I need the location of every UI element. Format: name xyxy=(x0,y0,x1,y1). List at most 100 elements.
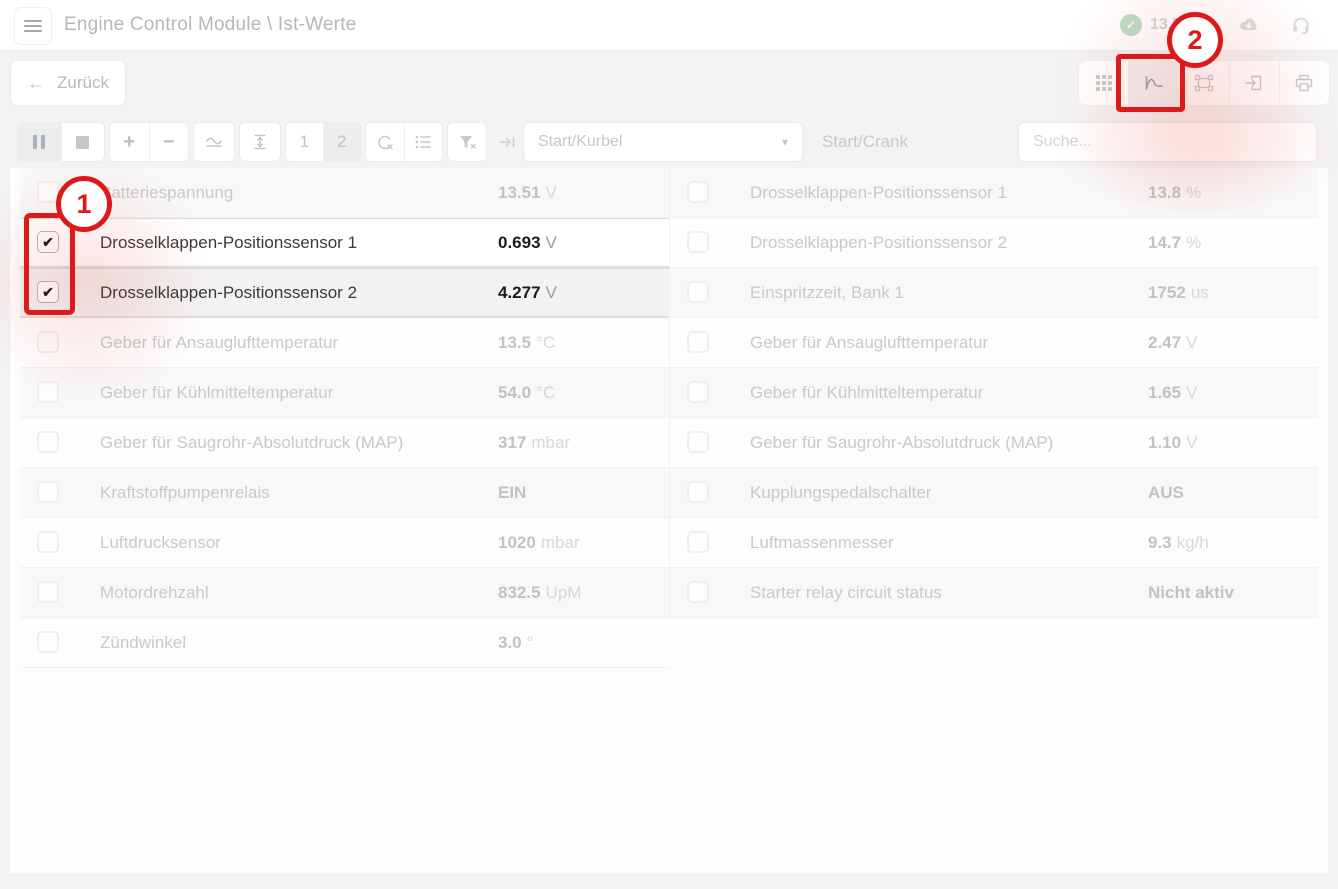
smooth-curve-button[interactable] xyxy=(194,123,234,161)
row-checkbox[interactable] xyxy=(37,331,59,353)
back-button[interactable]: ← Zurück xyxy=(10,60,126,106)
row-unit: kg/h xyxy=(1177,533,1209,552)
row-checkbox[interactable] xyxy=(687,331,709,353)
row-value-group: 317 mbar xyxy=(498,418,570,467)
row-value: 4.277 xyxy=(498,283,541,302)
row-value-group: 1.10V xyxy=(1148,418,1197,467)
printer-icon xyxy=(1294,74,1314,92)
row-label: Drosselklappen-Positionssensor 2 xyxy=(100,268,357,317)
page-1-button[interactable]: 1 xyxy=(286,123,323,161)
row-unit: us xyxy=(1191,283,1209,302)
row-value-group: 1752us xyxy=(1148,268,1209,317)
row-label: Luftmassenmesser xyxy=(750,518,894,567)
selection-view-button[interactable] xyxy=(1178,61,1228,105)
remove-button[interactable]: − xyxy=(149,123,189,161)
row-value: 317 xyxy=(498,433,526,452)
table-row: Batteriespannung 13.51V xyxy=(20,168,669,218)
row-value-group: 13.8% xyxy=(1148,168,1201,217)
graph-group-caption: Start/Crank xyxy=(822,122,908,162)
row-value: 9.3 xyxy=(1148,533,1172,552)
table-row: Geber für Kühlmitteltemperatur 1.65V xyxy=(670,368,1318,418)
selection-frame-icon xyxy=(1194,74,1214,92)
list-controls xyxy=(365,122,443,162)
row-checkbox[interactable] xyxy=(37,381,59,403)
row-checkbox[interactable] xyxy=(37,431,59,453)
filter-clear-button-wrap xyxy=(447,122,487,162)
print-button[interactable] xyxy=(1279,61,1329,105)
row-checkbox[interactable] xyxy=(37,181,59,203)
row-label: Einspritzzeit, Bank 1 xyxy=(750,268,904,317)
row-value-group: 13.5 °C xyxy=(498,318,555,367)
row-checkbox[interactable] xyxy=(687,231,709,253)
row-value: 1.65 xyxy=(1148,383,1181,402)
headset-icon[interactable] xyxy=(1291,15,1313,35)
row-checkbox[interactable] xyxy=(37,481,59,503)
filter-clear-button[interactable] xyxy=(448,123,486,161)
page-title: Engine Control Module \ Ist-Werte xyxy=(64,0,356,50)
values-table-right-column: Drosselklappen-Positionssensor 1 13.8% D… xyxy=(669,168,1318,618)
grid-view-button[interactable] xyxy=(1079,61,1128,105)
search-input[interactable] xyxy=(1018,122,1317,162)
add-button[interactable]: + xyxy=(110,123,149,161)
row-value: 13.5 xyxy=(498,333,531,352)
page-2-button[interactable]: 2 xyxy=(323,123,361,161)
list-button[interactable] xyxy=(404,123,443,161)
row-label: Drosselklappen-Positionssensor 2 xyxy=(750,218,1007,267)
row-checkbox[interactable] xyxy=(687,181,709,203)
back-arrow-icon: ← xyxy=(27,73,45,94)
graph-group-selected-value: Start/Kurbel xyxy=(538,133,622,151)
row-value: 0.693 xyxy=(498,233,541,252)
row-checkbox[interactable] xyxy=(687,381,709,403)
stop-button[interactable] xyxy=(61,123,105,161)
row-checkbox[interactable] xyxy=(687,531,709,553)
smooth-curve-button-wrap xyxy=(193,122,235,162)
row-value-group: 1020mbar xyxy=(498,518,580,567)
graph-view-button[interactable] xyxy=(1128,61,1178,105)
row-checkbox[interactable]: ✔ xyxy=(37,281,59,303)
row-value-group: EIN xyxy=(498,468,526,517)
list-icon xyxy=(414,134,432,150)
view-switcher xyxy=(1078,60,1330,106)
row-checkbox[interactable] xyxy=(687,481,709,503)
row-checkbox[interactable] xyxy=(37,631,59,653)
row-value: 13.51 xyxy=(498,183,541,202)
row-label: Kupplungspedalschalter xyxy=(750,468,931,517)
row-unit: V xyxy=(1186,383,1197,402)
row-checkbox[interactable] xyxy=(687,431,709,453)
row-label: Zündwinkel xyxy=(100,618,186,667)
refresh-cancel-icon xyxy=(376,134,394,151)
row-checkbox[interactable]: ✔ xyxy=(37,231,59,253)
row-value-group: 1.65 V xyxy=(1148,368,1197,417)
row-value-group: 3.0° xyxy=(498,618,533,667)
cloud-download-icon[interactable] xyxy=(1238,15,1260,35)
battery-voltage-indicator: 13.51 V xyxy=(1150,0,1205,50)
export-button[interactable] xyxy=(1229,61,1279,105)
row-checkbox[interactable] xyxy=(687,581,709,603)
row-value: EIN xyxy=(498,483,526,502)
table-row: ✔ Drosselklappen-Positionssensor 2 4.277… xyxy=(20,268,669,318)
fit-height-button[interactable] xyxy=(240,123,280,161)
row-unit: °C xyxy=(536,383,555,402)
chevron-down-icon: ▾ xyxy=(782,135,788,149)
row-value: Nicht aktiv xyxy=(1148,583,1234,602)
table-row: Drosselklappen-Positionssensor 2 14.7% xyxy=(670,218,1318,268)
row-unit: °C xyxy=(536,333,555,352)
graph-group-select[interactable]: Start/Kurbel ▾ xyxy=(523,122,803,162)
clear-refresh-button[interactable] xyxy=(366,123,404,161)
row-value: 14.7 xyxy=(1148,233,1181,252)
row-checkbox[interactable] xyxy=(687,281,709,303)
row-unit: % xyxy=(1186,183,1201,202)
jump-to-end-button[interactable] xyxy=(489,122,525,162)
row-checkbox[interactable] xyxy=(37,531,59,553)
row-unit: mbar xyxy=(531,433,570,452)
pause-button[interactable] xyxy=(18,123,61,161)
row-label: Geber für Kühlmitteltemperatur xyxy=(100,368,333,417)
table-row: Luftmassenmesser 9.3 kg/h xyxy=(670,518,1318,568)
plus-icon: + xyxy=(123,131,135,154)
row-label: Drosselklappen-Positionssensor 1 xyxy=(750,168,1007,217)
values-table-card: Batteriespannung 13.51V ✔ Drosselklappen… xyxy=(10,168,1328,873)
table-row: Kupplungspedalschalter AUS xyxy=(670,468,1318,518)
menu-button[interactable] xyxy=(14,7,52,45)
row-unit: mbar xyxy=(541,533,580,552)
row-checkbox[interactable] xyxy=(37,581,59,603)
